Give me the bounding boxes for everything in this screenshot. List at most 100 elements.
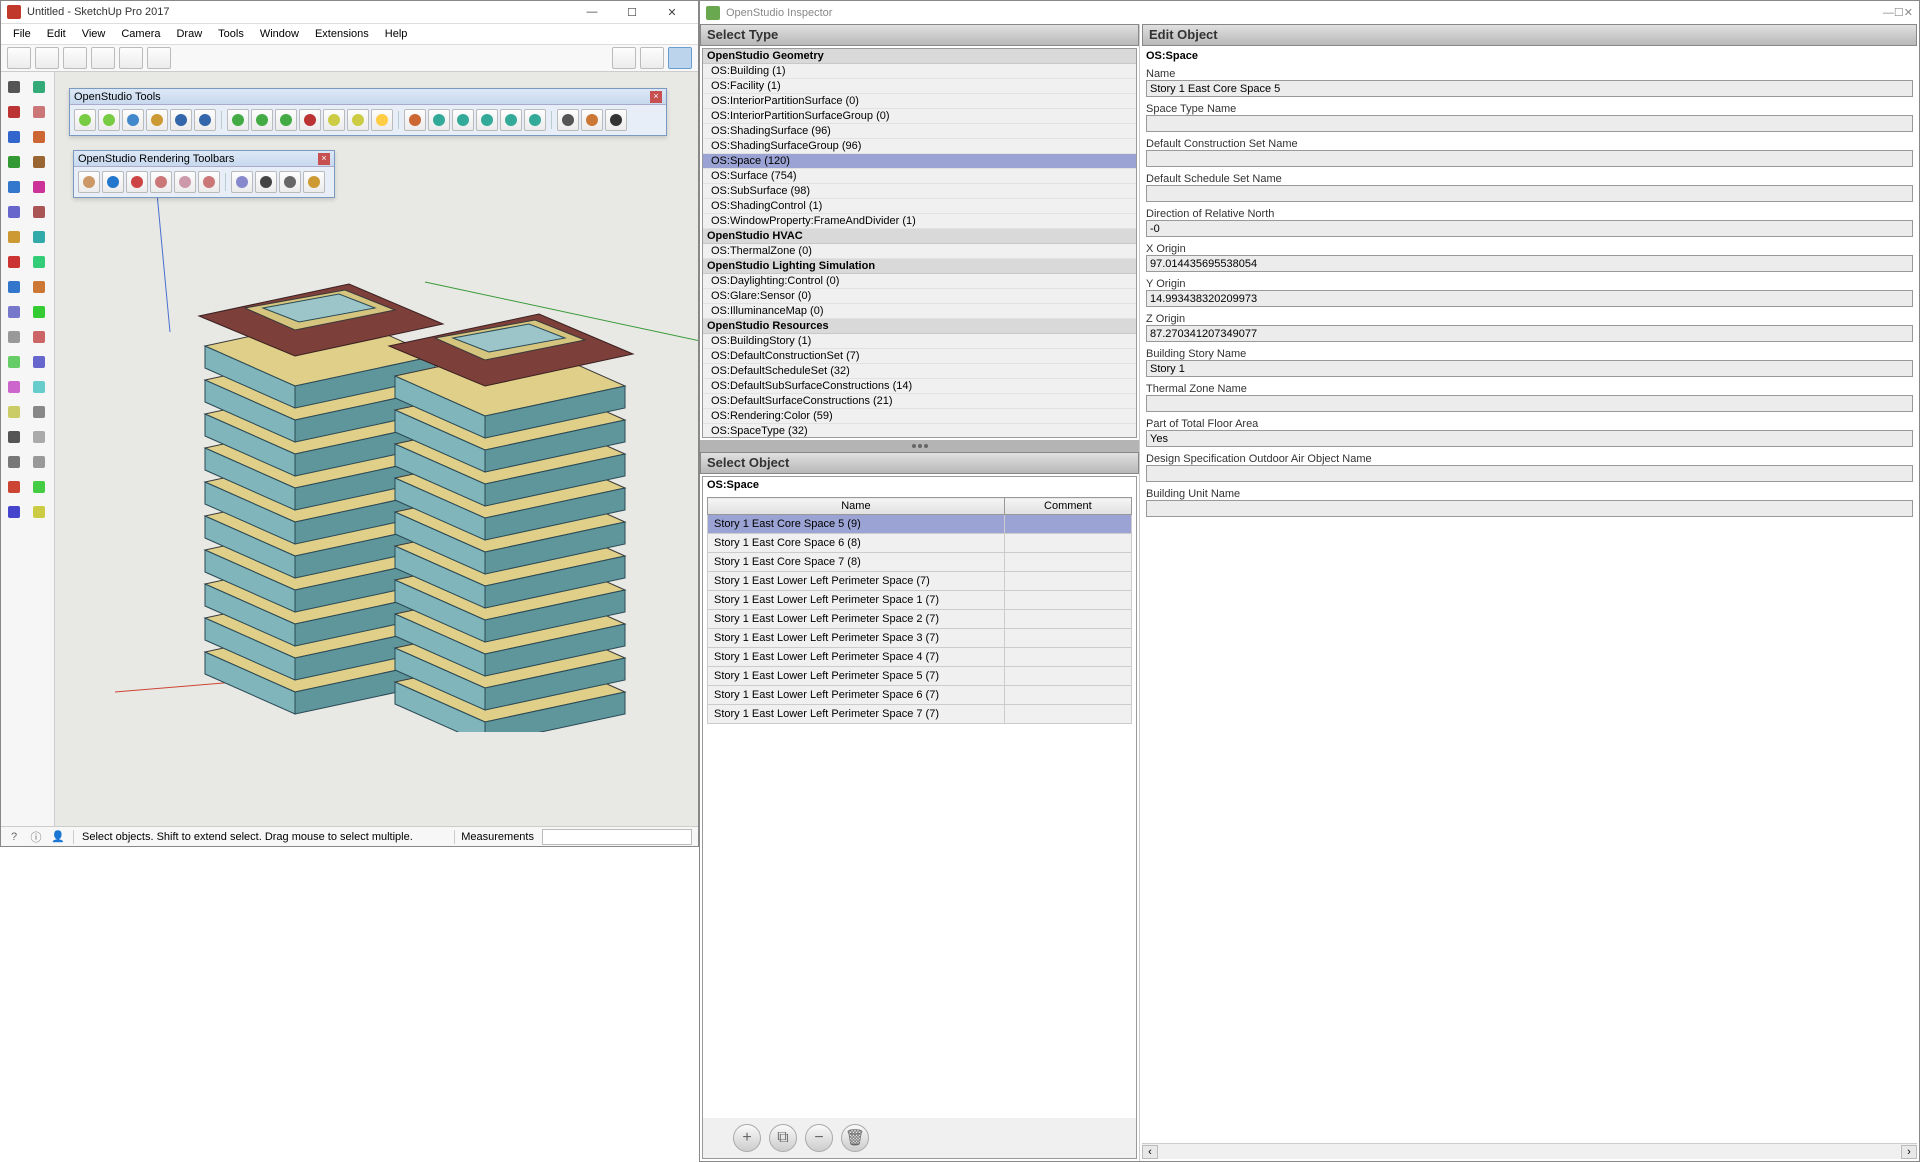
type-item[interactable]: OS:ThermalZone (0) [703,244,1136,259]
zoom-tool-icon[interactable] [3,426,25,448]
type-item[interactable]: OS:Rendering:Color (59) [703,409,1136,424]
axes-tool-icon[interactable] [3,376,25,398]
filter-icon[interactable] [581,109,603,131]
followme-tool-icon[interactable] [28,276,50,298]
move-tool-icon[interactable] [3,251,25,273]
zoomwin-tool-icon[interactable] [3,451,25,473]
type-item[interactable]: OS:Glare:Sensor (0) [703,289,1136,304]
orbit-tool-icon[interactable] [3,401,25,423]
object-row[interactable]: Story 1 East Lower Left Perimeter Space … [708,572,1132,591]
float-tb1-close-icon[interactable]: × [650,91,662,103]
tb-render-icon[interactable] [668,47,692,69]
field-input[interactable] [1146,430,1913,447]
outliner-icon[interactable] [476,109,498,131]
insp-close-button[interactable]: ✕ [1904,6,1913,19]
menu-camera[interactable]: Camera [113,26,168,42]
type-item[interactable]: OS:IlluminanceMap (0) [703,304,1136,319]
field-input[interactable] [1146,255,1913,272]
menu-view[interactable]: View [74,26,114,42]
save-osm-icon[interactable] [122,109,144,131]
protract-tool-icon[interactable] [3,351,25,373]
object-row[interactable]: Story 1 East Lower Left Perimeter Space … [708,686,1132,705]
menu-file[interactable]: File [5,26,39,42]
eye-tool-icon[interactable] [28,476,50,498]
field-input[interactable] [1146,290,1913,307]
settings-icon[interactable] [428,109,450,131]
sketchup-titlebar[interactable]: Untitled - SketchUp Pro 2017 — ☐ ✕ [1,1,698,24]
object-row[interactable]: Story 1 East Core Space 7 (8) [708,553,1132,572]
pan-tool-icon[interactable] [28,401,50,423]
field-input[interactable] [1146,185,1913,202]
type-item[interactable]: OS:Building (1) [703,64,1136,79]
type-list[interactable]: OpenStudio GeometryOS:Building (1)OS:Fac… [702,48,1137,438]
wire-icon[interactable] [255,171,277,193]
float-tb2-close-icon[interactable]: × [318,153,330,165]
maximize-button[interactable]: ☐ [612,1,652,23]
render-thermalzone-icon[interactable] [174,171,196,193]
scroll-right-icon[interactable]: › [1901,1145,1917,1159]
object-row[interactable]: Story 1 East Lower Left Perimeter Space … [708,610,1132,629]
eraser-tool-icon[interactable] [28,101,50,123]
type-item[interactable]: OS:SpaceType (32) [703,424,1136,438]
match-icon[interactable] [299,109,321,131]
object-row[interactable]: Story 1 East Core Space 5 (9) [708,515,1132,534]
close-button[interactable]: ✕ [652,1,692,23]
pushpull-tool-icon[interactable] [28,251,50,273]
type-item[interactable]: OS:SubSurface (98) [703,184,1136,199]
render-construction-icon[interactable] [126,171,148,193]
freehd-tool-icon[interactable] [28,201,50,223]
polygon-tool-icon[interactable] [28,176,50,198]
person-tool-icon[interactable] [3,476,25,498]
scroll-left-icon[interactable]: ‹ [1142,1145,1158,1159]
walk-tool-icon[interactable] [3,501,25,523]
scale-tool-icon[interactable] [3,301,25,323]
type-item[interactable]: OS:DefaultSurfaceConstructions (21) [703,394,1136,409]
import-idf-icon[interactable] [170,109,192,131]
light-icon[interactable] [347,109,369,131]
info-icon[interactable]: ⓘ [29,830,43,844]
rect-tool-icon[interactable] [3,151,25,173]
arc4-tool-icon[interactable] [28,226,50,248]
reload-icon[interactable] [452,109,474,131]
render-surface-icon[interactable] [78,171,100,193]
set-attr-icon[interactable] [323,109,345,131]
field-input[interactable] [1146,150,1913,167]
type-item[interactable]: OS:Space (120) [703,154,1136,169]
field-input[interactable] [1146,360,1913,377]
tb-front-icon[interactable] [147,47,171,69]
menu-window[interactable]: Window [252,26,307,42]
render-icon[interactable] [404,109,426,131]
splitter-handle[interactable] [700,440,1139,452]
line-tool-icon[interactable] [3,126,25,148]
type-item[interactable]: OS:DefaultConstructionSet (7) [703,349,1136,364]
object-row[interactable]: Story 1 East Lower Left Perimeter Space … [708,629,1132,648]
xray-icon[interactable] [231,171,253,193]
object-row[interactable]: Story 1 East Lower Left Perimeter Space … [708,705,1132,724]
tb-cube2-icon[interactable] [35,47,59,69]
measurements-input[interactable] [542,829,692,845]
type-item[interactable]: OS:ShadingControl (1) [703,199,1136,214]
prev-tool-icon[interactable] [28,451,50,473]
import-gbxml-icon[interactable] [146,109,168,131]
col-comment[interactable]: Comment [1004,498,1131,515]
render-story-icon[interactable] [198,171,220,193]
diamond-tool-icon[interactable] [28,76,50,98]
render-boundary-icon[interactable] [102,171,124,193]
rotate-tool-icon[interactable] [3,276,25,298]
type-item[interactable]: OS:Facility (1) [703,79,1136,94]
render-spacetype-icon[interactable] [150,171,172,193]
type-item[interactable]: OS:Surface (754) [703,169,1136,184]
type-item[interactable]: OS:InteriorPartitionSurfaceGroup (0) [703,109,1136,124]
tb-home-icon[interactable] [63,47,87,69]
pencil-tool-icon[interactable] [3,101,25,123]
type-item[interactable]: OS:BuildingStory (1) [703,334,1136,349]
menu-extensions[interactable]: Extensions [307,26,377,42]
type-item[interactable]: OS:InteriorPartitionSurface (0) [703,94,1136,109]
purge-object-button[interactable]: 🗑 [841,1124,869,1152]
col-name[interactable]: Name [708,498,1005,515]
object-list[interactable]: NameComment Story 1 East Core Space 5 (9… [703,493,1136,1118]
object-row[interactable]: Story 1 East Lower Left Perimeter Space … [708,648,1132,667]
zoom-icon[interactable] [557,109,579,131]
type-item[interactable]: OS:Daylighting:Control (0) [703,274,1136,289]
openstudio-rendering-toolbar[interactable]: OpenStudio Rendering Toolbars× [73,150,335,198]
